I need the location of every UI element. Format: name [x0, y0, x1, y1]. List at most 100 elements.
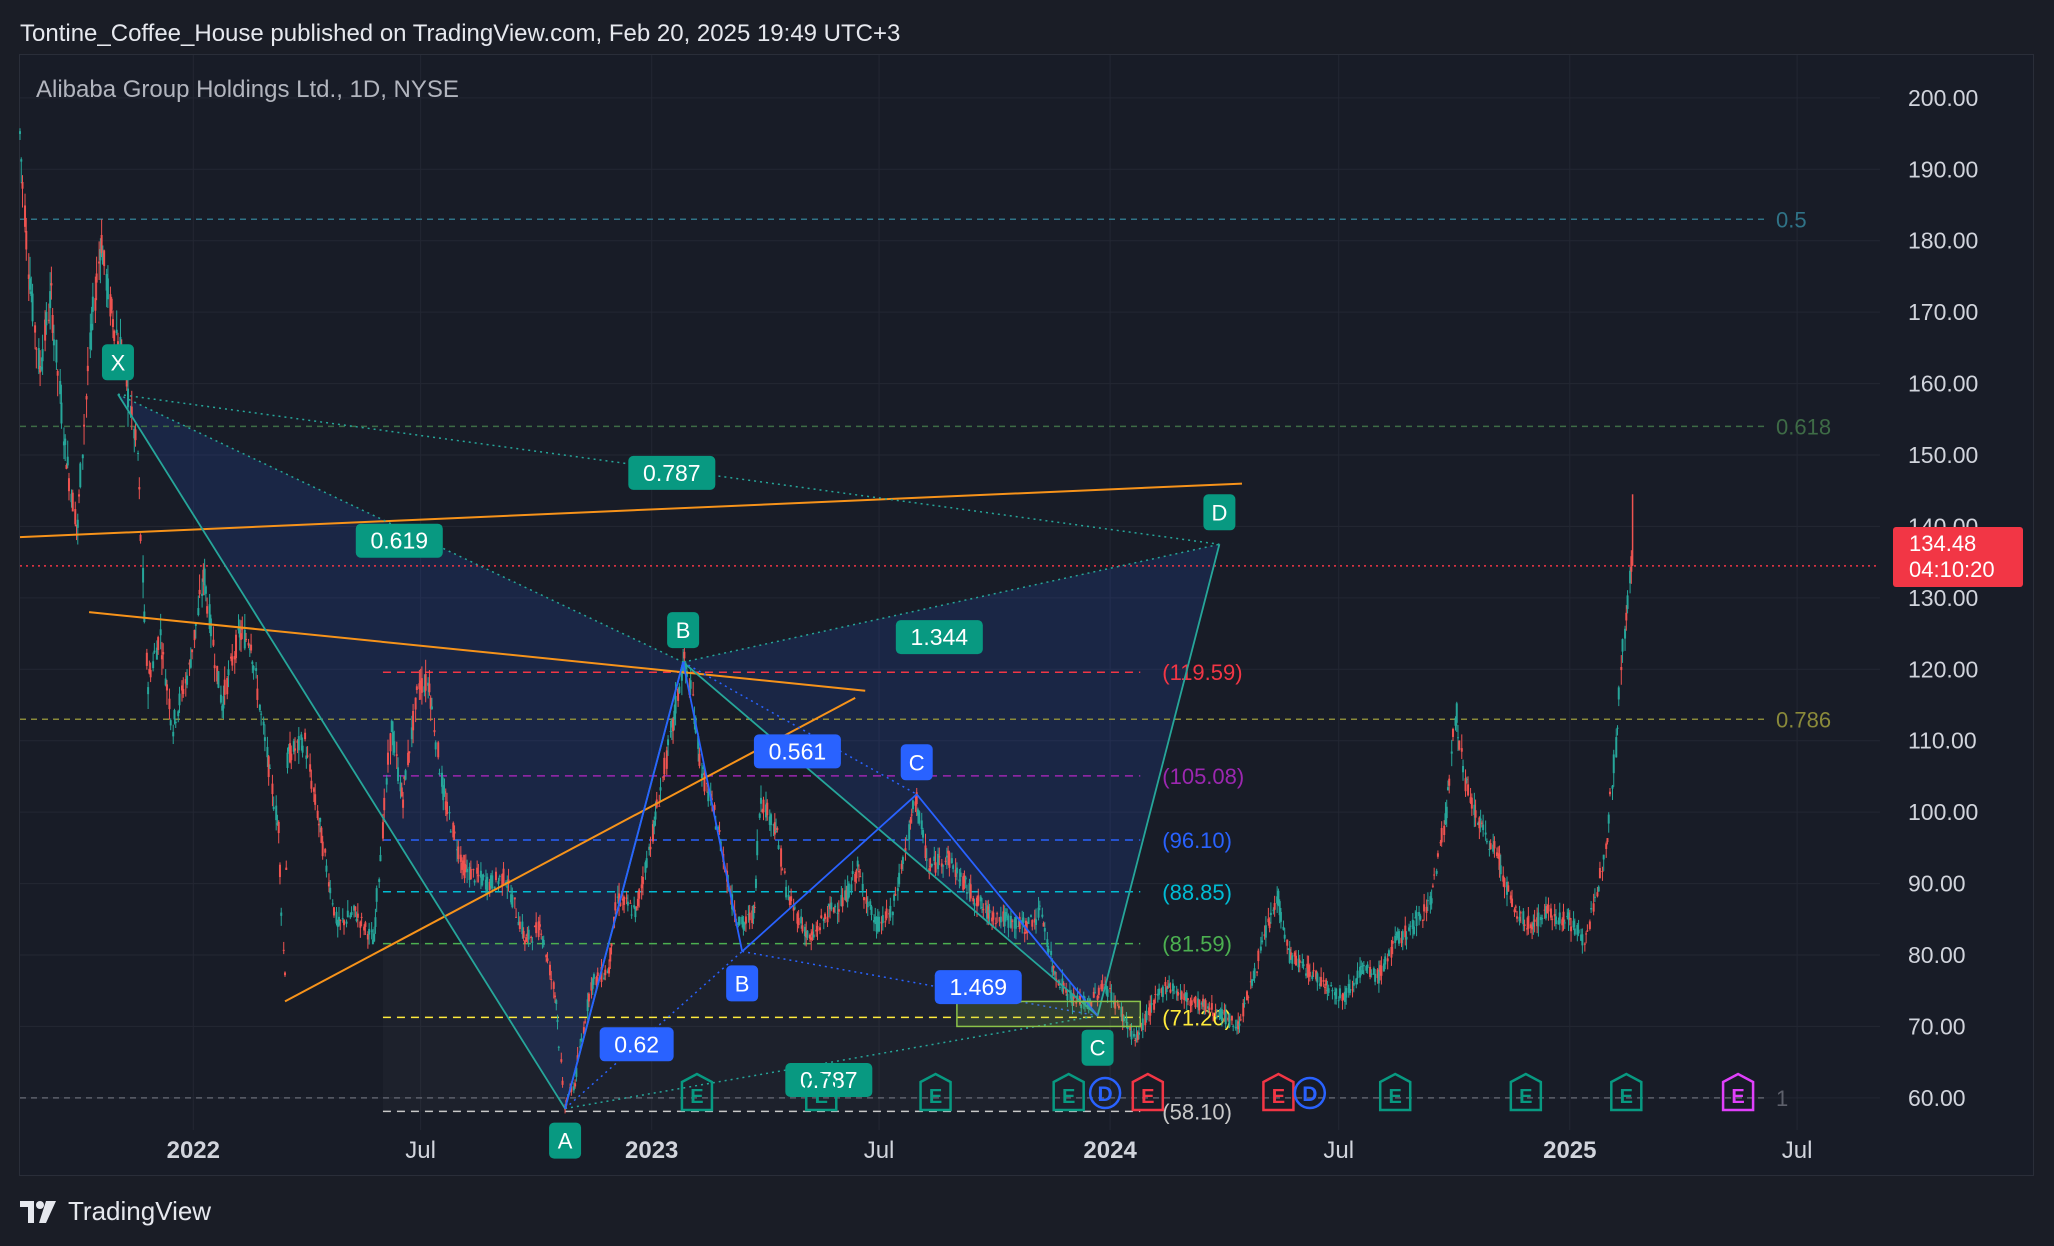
y-tick-label: 160.00 [1908, 371, 1978, 397]
candle-body [972, 898, 975, 902]
candle-body [356, 913, 359, 918]
candle-body [641, 877, 644, 885]
candle-body [920, 820, 923, 829]
projection-level-label: (81.59) [1162, 932, 1232, 957]
candle-body [1482, 824, 1485, 831]
candle-body [800, 916, 803, 924]
candle-body [992, 912, 995, 920]
candle-body [81, 454, 84, 459]
candle-body [982, 908, 985, 911]
candle-body [933, 856, 936, 861]
candle-body [753, 906, 756, 909]
price-chart[interactable]: 60.00 70.00 80.00 90.00 100.00 110.00 120.00 13… [0, 0, 2054, 1246]
candle-body [1361, 970, 1364, 974]
candle-body [1214, 1010, 1217, 1012]
candle-body [689, 680, 692, 689]
candle-body [1242, 1002, 1245, 1017]
candle-body [537, 921, 540, 937]
candle-body [1377, 970, 1380, 984]
candle-body [459, 854, 462, 862]
candle-body [169, 720, 172, 726]
candle-body [1154, 993, 1157, 995]
candle-body [979, 896, 982, 902]
candle-body [506, 886, 509, 888]
candle-body [1479, 818, 1482, 821]
candle-body [359, 921, 362, 928]
candle-body [385, 778, 388, 785]
candle-body [790, 896, 793, 902]
candle-body [1252, 979, 1255, 981]
candle-body [383, 797, 386, 811]
candle-body [98, 261, 101, 264]
candle-body [1272, 909, 1275, 911]
candle-body [433, 730, 436, 733]
candle-body [623, 896, 626, 905]
candle-body [240, 633, 243, 640]
candle-body [204, 586, 207, 594]
candle-body [251, 661, 254, 664]
candle-body [360, 916, 363, 918]
candle-body [277, 821, 280, 834]
earnings-marker-text: E [1141, 1086, 1154, 1108]
candle-body [76, 519, 79, 528]
candle-body [335, 911, 338, 924]
candle-body [260, 713, 263, 715]
candle-body [1097, 987, 1100, 995]
candle-body [1023, 932, 1026, 934]
candle-body [1215, 1016, 1218, 1018]
candle-body [324, 849, 327, 853]
candle-body [988, 909, 991, 914]
candle-body [1624, 628, 1627, 639]
candle-body [738, 916, 741, 925]
y-tick-label: 190.00 [1908, 156, 1978, 182]
candle-body [1302, 964, 1305, 967]
candle-body [256, 688, 259, 700]
projection-level-label: (88.85) [1162, 880, 1232, 905]
candle-body [327, 882, 330, 887]
candle-body [297, 736, 300, 751]
candle-body [1593, 896, 1596, 898]
candle-body [775, 830, 778, 832]
candle-body [1519, 912, 1522, 914]
candle-body [1597, 886, 1600, 892]
candle-body [31, 293, 34, 322]
candle-body [45, 311, 48, 326]
candle-body [1607, 814, 1610, 824]
candle-body [908, 824, 911, 840]
candle-body [338, 916, 341, 926]
candle-body [440, 772, 443, 787]
tradingview-logo-icon [20, 1200, 56, 1223]
candle-body [1527, 915, 1530, 929]
candle-body [1562, 911, 1565, 922]
candle-body [51, 314, 54, 333]
candle-body [866, 901, 869, 908]
y-tick-label: 110.00 [1908, 728, 1977, 754]
candle-body [1066, 993, 1069, 1001]
candle-body [1384, 956, 1387, 965]
candle-body [457, 846, 460, 860]
candle-body [834, 905, 837, 908]
last-price-value: 134.48 [1909, 531, 1977, 556]
candle-body [319, 817, 322, 822]
candle-body [453, 831, 456, 834]
y-tick-label: 130.00 [1908, 585, 1978, 611]
candle-body [283, 972, 286, 976]
candle-body [1554, 916, 1557, 925]
y-tick-label: 100.00 [1908, 799, 1978, 825]
candle-body [178, 693, 181, 706]
candle-body [473, 880, 476, 883]
tradingview-logo[interactable]: TradingView [20, 1196, 211, 1227]
dividend-marker-text: D [1098, 1083, 1113, 1106]
x-tick-label: 2024 [1083, 1137, 1137, 1164]
candle-body [878, 916, 881, 932]
earnings-marker-text: E [1062, 1086, 1075, 1108]
candle-body [332, 907, 335, 916]
candle-body [1251, 979, 1254, 986]
candle-body [742, 921, 745, 930]
y-tick-label: 80.00 [1908, 942, 1966, 968]
candle-body [754, 878, 757, 888]
candle-body [861, 883, 864, 891]
candle-body [963, 875, 966, 884]
candle-body [378, 879, 381, 882]
candle-body [278, 864, 281, 878]
